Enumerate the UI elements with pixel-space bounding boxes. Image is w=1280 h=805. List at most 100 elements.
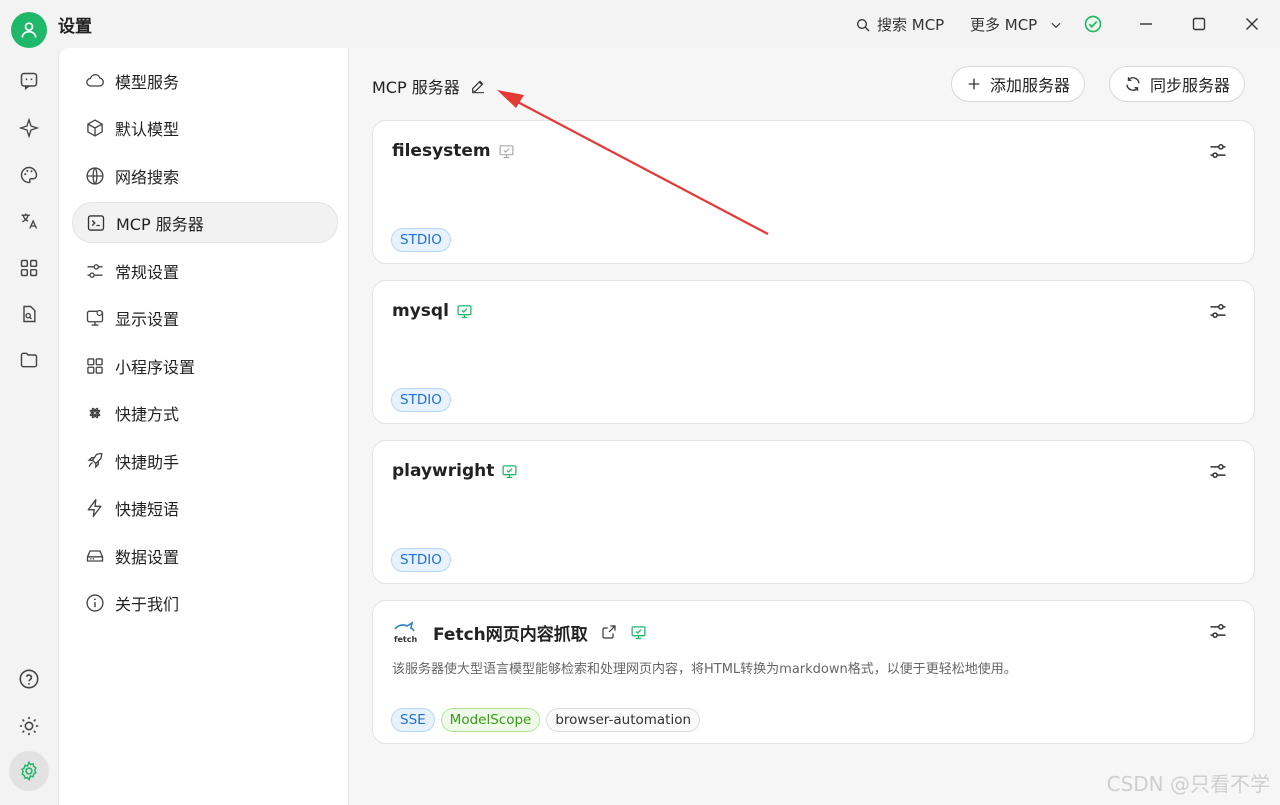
menu-item-label: 快捷助手 [115,452,180,472]
menu-item-shortcuts[interactable]: 快捷方式 [72,392,338,433]
maximize-icon [1192,17,1206,31]
refresh-icon [1126,77,1140,91]
search-icon [857,18,870,31]
menu-item-model-service[interactable]: 模型服务 [72,60,338,101]
watermark: CSDN @只看不学 [1106,772,1270,796]
edit-icon[interactable] [470,78,486,94]
server-name: Fetch网页内容抓取 [433,624,588,645]
tag-list: SSE ModelScope browser-automation [391,708,701,732]
server-card-fetch[interactable]: fetch Fetch网页内容抓取 该服务器使大型语言模型能够检索和处理网页内容… [372,600,1255,744]
server-settings-icon[interactable] [1208,141,1228,161]
plus-icon [968,78,980,90]
menu-item-label: 模型服务 [115,72,180,92]
server-card-mysql[interactable]: mysql STDIO [372,280,1255,424]
menu-item-label: 关于我们 [115,594,180,614]
command-icon [84,402,106,424]
monitor-check-icon [502,464,517,478]
server-description: 该服务器使大型语言模型能够检索和处理网页内容，将HTML转换为markdown格… [392,662,1017,677]
server-title: filesystem [392,141,515,161]
transport-tag: STDIO [391,548,451,572]
fetch-logo: fetch [392,619,418,645]
search-mcp-button[interactable]: 搜索 MCP [855,14,944,35]
help-icon[interactable] [17,667,41,691]
external-link-icon[interactable] [601,624,617,640]
server-title: fetch Fetch网页内容抓取 [392,619,647,645]
server-settings-icon[interactable] [1208,621,1228,641]
settings-icon [21,760,37,782]
app-title: 设置 [58,17,92,37]
server-settings-icon[interactable] [1208,461,1228,481]
server-name: mysql [392,301,449,321]
add-server-button[interactable]: 添加服务器 [951,66,1086,102]
menu-item-general-settings[interactable]: 常规设置 [72,250,338,291]
drive-icon [84,545,106,567]
transport-tag: SSE [391,708,435,732]
file-search-icon[interactable] [17,302,41,326]
settings-menu: 模型服务 默认模型 网络搜索 MCP 服务器 常规设置 显示设置 小程序设置 快… [58,48,349,805]
sliders-icon [84,260,106,282]
tag-list: STDIO [391,548,451,572]
content-area: MCP 服务器 添加服务器 同步服务器 filesystem STDIO mys… [349,48,1280,805]
title-bar: 设置 搜索 MCP 更多 MCP [0,0,1280,48]
chat-icon[interactable] [17,69,41,93]
menu-item-label: 快捷短语 [115,499,180,519]
maximize-button[interactable] [1185,10,1213,38]
menu-item-web-search[interactable]: 网络搜索 [72,155,338,196]
server-title: playwright [392,461,518,481]
server-title: mysql [392,301,473,321]
menu-item-mcp-servers[interactable]: MCP 服务器 [72,202,338,243]
category-tag: browser-automation [546,708,701,732]
palette-icon[interactable] [17,163,41,187]
sparkle-icon[interactable] [17,116,41,140]
menu-item-label: 小程序设置 [115,357,196,377]
search-mcp-label: 搜索 MCP [877,16,945,34]
cloud-icon [84,70,106,92]
chevron-down-icon [1051,22,1061,28]
sun-icon[interactable] [17,714,41,738]
tag-list: STDIO [391,388,451,412]
close-icon [1246,18,1258,30]
monitor-icon [84,307,106,329]
more-mcp-dropdown[interactable]: 更多 MCP [970,14,1063,35]
sync-server-label: 同步服务器 [1150,76,1231,95]
transport-tag: STDIO [391,388,451,412]
info-icon [84,592,106,614]
section-title: MCP 服务器 [372,78,460,97]
zap-icon [84,497,106,519]
server-name: filesystem [392,141,491,161]
monitor-check-icon [457,304,472,318]
menu-item-about-us[interactable]: 关于我们 [72,582,338,623]
server-settings-icon[interactable] [1208,301,1228,321]
status-check-icon[interactable] [1079,10,1107,38]
monitor-check-icon [499,144,514,158]
globe-icon [84,165,106,187]
settings-button[interactable] [9,751,49,791]
user-avatar[interactable] [11,12,47,48]
server-name: playwright [392,461,495,481]
menu-item-label: 显示设置 [115,309,180,329]
user-icon [21,22,37,38]
translate-icon[interactable] [17,209,41,233]
grid-icon[interactable] [17,256,41,280]
section-header: MCP 服务器 [372,74,486,98]
minimize-icon [1140,23,1152,25]
close-button[interactable] [1238,10,1266,38]
tag-list: STDIO [391,228,451,252]
server-card-playwright[interactable]: playwright STDIO [372,440,1255,584]
folder-icon[interactable] [17,348,41,372]
menu-item-quick-phrases[interactable]: 快捷短语 [72,487,338,528]
minimize-button[interactable] [1132,10,1160,38]
menu-item-miniapp-settings[interactable]: 小程序设置 [72,345,338,386]
terminal-icon [85,212,107,234]
menu-item-quick-assistant[interactable]: 快捷助手 [72,440,338,481]
add-server-label: 添加服务器 [990,76,1071,95]
monitor-check-icon [631,625,646,639]
sync-server-button[interactable]: 同步服务器 [1109,66,1246,102]
menu-item-data-settings[interactable]: 数据设置 [72,535,338,576]
fetch-logo-text: fetch [394,635,417,644]
more-mcp-label: 更多 MCP [970,16,1038,34]
menu-item-default-model[interactable]: 默认模型 [72,107,338,148]
menu-item-label: 网络搜索 [115,167,180,187]
menu-item-display-settings[interactable]: 显示设置 [72,297,338,338]
server-card-filesystem[interactable]: filesystem STDIO [372,120,1255,264]
